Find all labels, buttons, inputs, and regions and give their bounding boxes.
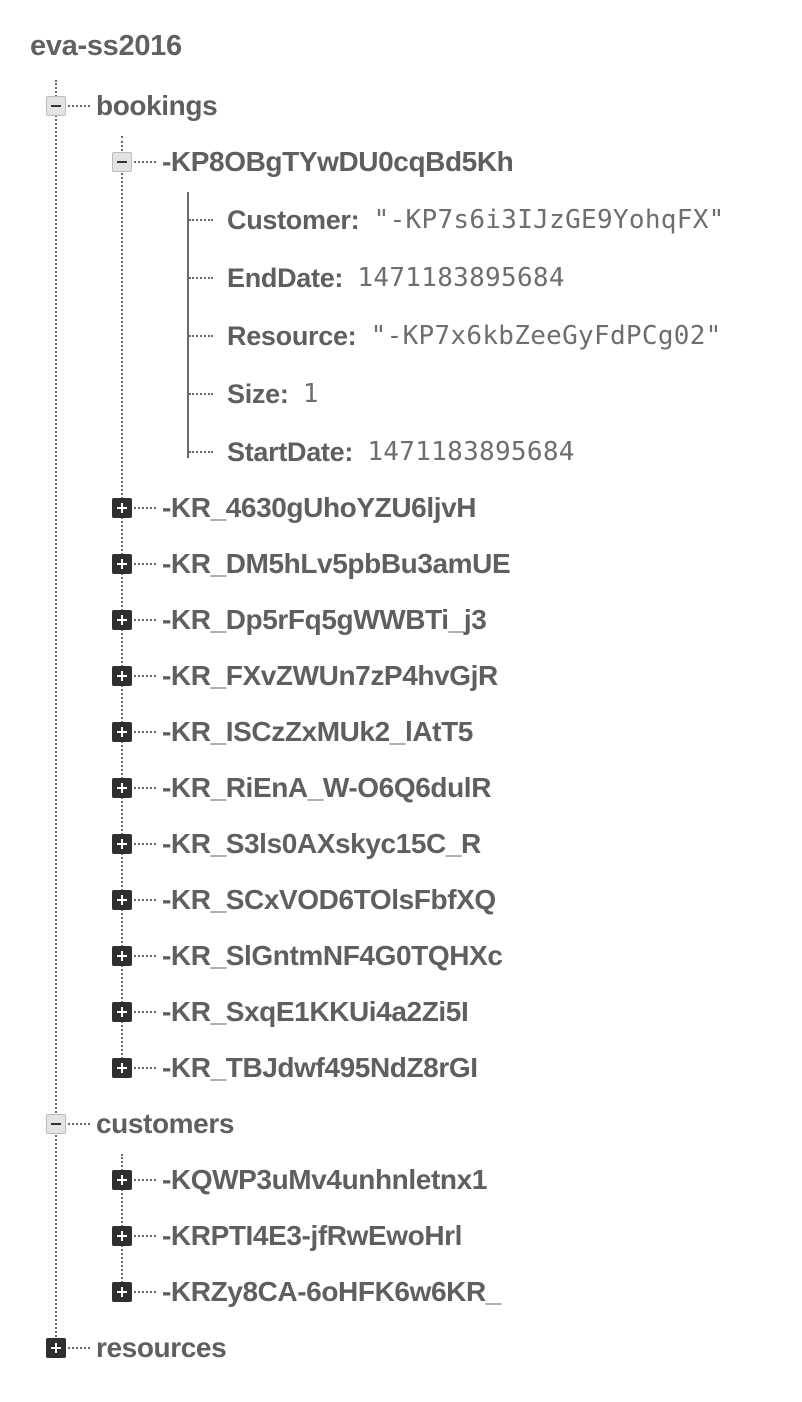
node-label[interactable]: -KR_SCxVOD6TOlsFbfXQ [162, 884, 496, 916]
tree-node-booking[interactable]: -KR_ISCzZxMUk2_lAtT5 [112, 712, 473, 752]
tree-connector [68, 1347, 90, 1349]
tree-connector [134, 1235, 156, 1237]
expand-toggle-icon[interactable] [112, 666, 132, 686]
tree-node-customers[interactable]: customers [46, 1104, 234, 1144]
field-key[interactable]: EndDate [227, 263, 335, 294]
tree-node-resources[interactable]: resources [46, 1328, 227, 1368]
tree-connector [134, 1179, 156, 1181]
tree-connector [134, 563, 156, 565]
tree-connector [134, 843, 156, 845]
field-row-startdate[interactable]: StartDate: 1471183895684 [189, 432, 575, 472]
tree-node-customer[interactable]: -KRPTI4E3-jfRwEwoHrl [112, 1216, 462, 1256]
field-value[interactable]: 1471183895684 [367, 437, 574, 467]
tree-connector [134, 507, 156, 509]
tree-node-booking[interactable]: -KR_RiEnA_W-O6Q6dulR [112, 768, 491, 808]
field-value[interactable]: 1 [303, 379, 319, 409]
tree-node-booking[interactable]: -KR_DM5hLv5pbBu3amUE [112, 544, 511, 584]
tree-connector [134, 675, 156, 677]
node-label[interactable]: bookings [96, 90, 218, 122]
tree-node-booking[interactable]: -KR_SxqE1KKUi4a2Zi5I [112, 992, 469, 1032]
collapse-toggle-icon[interactable] [46, 1114, 66, 1134]
field-row-enddate[interactable]: EndDate: 1471183895684 [189, 258, 565, 298]
tree-connector [134, 1291, 156, 1293]
tree-connector [134, 731, 156, 733]
tree-node-customer[interactable]: -KRZy8CA-6oHFK6w6KR_ [112, 1272, 501, 1312]
expand-toggle-icon[interactable] [112, 498, 132, 518]
tree-connector [134, 161, 156, 163]
tree-connector [189, 219, 213, 221]
field-key[interactable]: Size [227, 379, 280, 410]
node-label[interactable]: -KR_SxqE1KKUi4a2Zi5I [162, 996, 469, 1028]
tree-node-customer[interactable]: -KQWP3uMv4unhnletnx1 [112, 1160, 487, 1200]
tree-connector [134, 955, 156, 957]
tree-node-booking[interactable]: -KR_SCxVOD6TOlsFbfXQ [112, 880, 496, 920]
node-label[interactable]: -KR_SlGntmNF4G0TQHXc [162, 940, 503, 972]
tree-node-booking[interactable]: -KR_S3ls0AXskyc15C_R [112, 824, 481, 864]
node-label[interactable]: -KR_Dp5rFq5gWWBTi_j3 [162, 604, 487, 636]
tree-node-booking[interactable]: -KR_TBJdwf495NdZ8rGI [112, 1048, 478, 1088]
node-label[interactable]: -KR_FXvZWUn7zP4hvGjR [162, 660, 498, 692]
node-label[interactable]: -KR_ISCzZxMUk2_lAtT5 [162, 716, 473, 748]
tree-connector [189, 335, 213, 337]
expand-toggle-icon[interactable] [112, 1282, 132, 1302]
tree-guide-root [55, 80, 57, 1345]
node-label[interactable]: -KR_RiEnA_W-O6Q6dulR [162, 772, 491, 804]
field-row-customer[interactable]: Customer: "-KP7s6i3IJzGE9YohqFX" [189, 200, 725, 240]
tree-connector [134, 619, 156, 621]
expand-toggle-icon[interactable] [112, 610, 132, 630]
node-label[interactable]: customers [96, 1108, 234, 1140]
expand-toggle-icon[interactable] [46, 1338, 66, 1358]
tree-connector [68, 1123, 90, 1125]
field-key[interactable]: StartDate [227, 437, 345, 468]
node-label[interactable]: -KRPTI4E3-jfRwEwoHrl [162, 1220, 462, 1252]
expand-toggle-icon[interactable] [112, 778, 132, 798]
field-key[interactable]: Customer [227, 205, 351, 236]
tree-connector [134, 1011, 156, 1013]
node-label[interactable]: -KR_S3ls0AXskyc15C_R [162, 828, 481, 860]
expand-toggle-icon[interactable] [112, 890, 132, 910]
tree-connector [134, 1067, 156, 1069]
field-value[interactable]: 1471183895684 [357, 263, 564, 293]
expand-toggle-icon[interactable] [112, 946, 132, 966]
tree-connector [68, 105, 90, 107]
node-label[interactable]: resources [96, 1332, 227, 1364]
field-row-resource[interactable]: Resource: "-KP7x6kbZeeGyFdPCg02" [189, 316, 722, 356]
expand-toggle-icon[interactable] [112, 554, 132, 574]
expand-toggle-icon[interactable] [112, 1226, 132, 1246]
node-label[interactable]: -KR_DM5hLv5pbBu3amUE [162, 548, 511, 580]
node-label[interactable]: -KQWP3uMv4unhnletnx1 [162, 1164, 487, 1196]
tree-node-booking[interactable]: -KR_FXvZWUn7zP4hvGjR [112, 656, 498, 696]
tree-node-booking[interactable]: -KR_4630gUhoYZU6ljvH [112, 488, 476, 528]
field-value[interactable]: "-KP7s6i3IJzGE9YohqFX" [374, 205, 725, 235]
tree-connector [189, 393, 213, 395]
tree-connector [189, 277, 213, 279]
node-label[interactable]: -KRZy8CA-6oHFK6w6KR_ [162, 1276, 501, 1308]
expand-toggle-icon[interactable] [112, 722, 132, 742]
expand-toggle-icon[interactable] [112, 834, 132, 854]
tree-connector [134, 787, 156, 789]
tree-node-booking[interactable]: -KR_Dp5rFq5gWWBTi_j3 [112, 600, 487, 640]
field-value[interactable]: "-KP7x6kbZeeGyFdPCg02" [371, 321, 722, 351]
field-key[interactable]: Resource [227, 321, 348, 352]
tree-node-booking-expanded[interactable]: -KP8OBgTYwDU0cqBd5Kh [112, 142, 514, 182]
collapse-toggle-icon[interactable] [46, 96, 66, 116]
expand-toggle-icon[interactable] [112, 1058, 132, 1078]
database-root-name[interactable]: eva-ss2016 [30, 30, 182, 63]
node-label[interactable]: -KP8OBgTYwDU0cqBd5Kh [162, 146, 514, 178]
collapse-toggle-icon[interactable] [112, 152, 132, 172]
tree-connector [189, 451, 213, 453]
field-row-size[interactable]: Size: 1 [189, 374, 319, 414]
tree-node-bookings[interactable]: bookings [46, 86, 218, 126]
node-label[interactable]: -KR_TBJdwf495NdZ8rGI [162, 1052, 478, 1084]
tree-node-booking[interactable]: -KR_SlGntmNF4G0TQHXc [112, 936, 503, 976]
tree-connector [134, 899, 156, 901]
node-label[interactable]: -KR_4630gUhoYZU6ljvH [162, 492, 476, 524]
expand-toggle-icon[interactable] [112, 1170, 132, 1190]
expand-toggle-icon[interactable] [112, 1002, 132, 1022]
